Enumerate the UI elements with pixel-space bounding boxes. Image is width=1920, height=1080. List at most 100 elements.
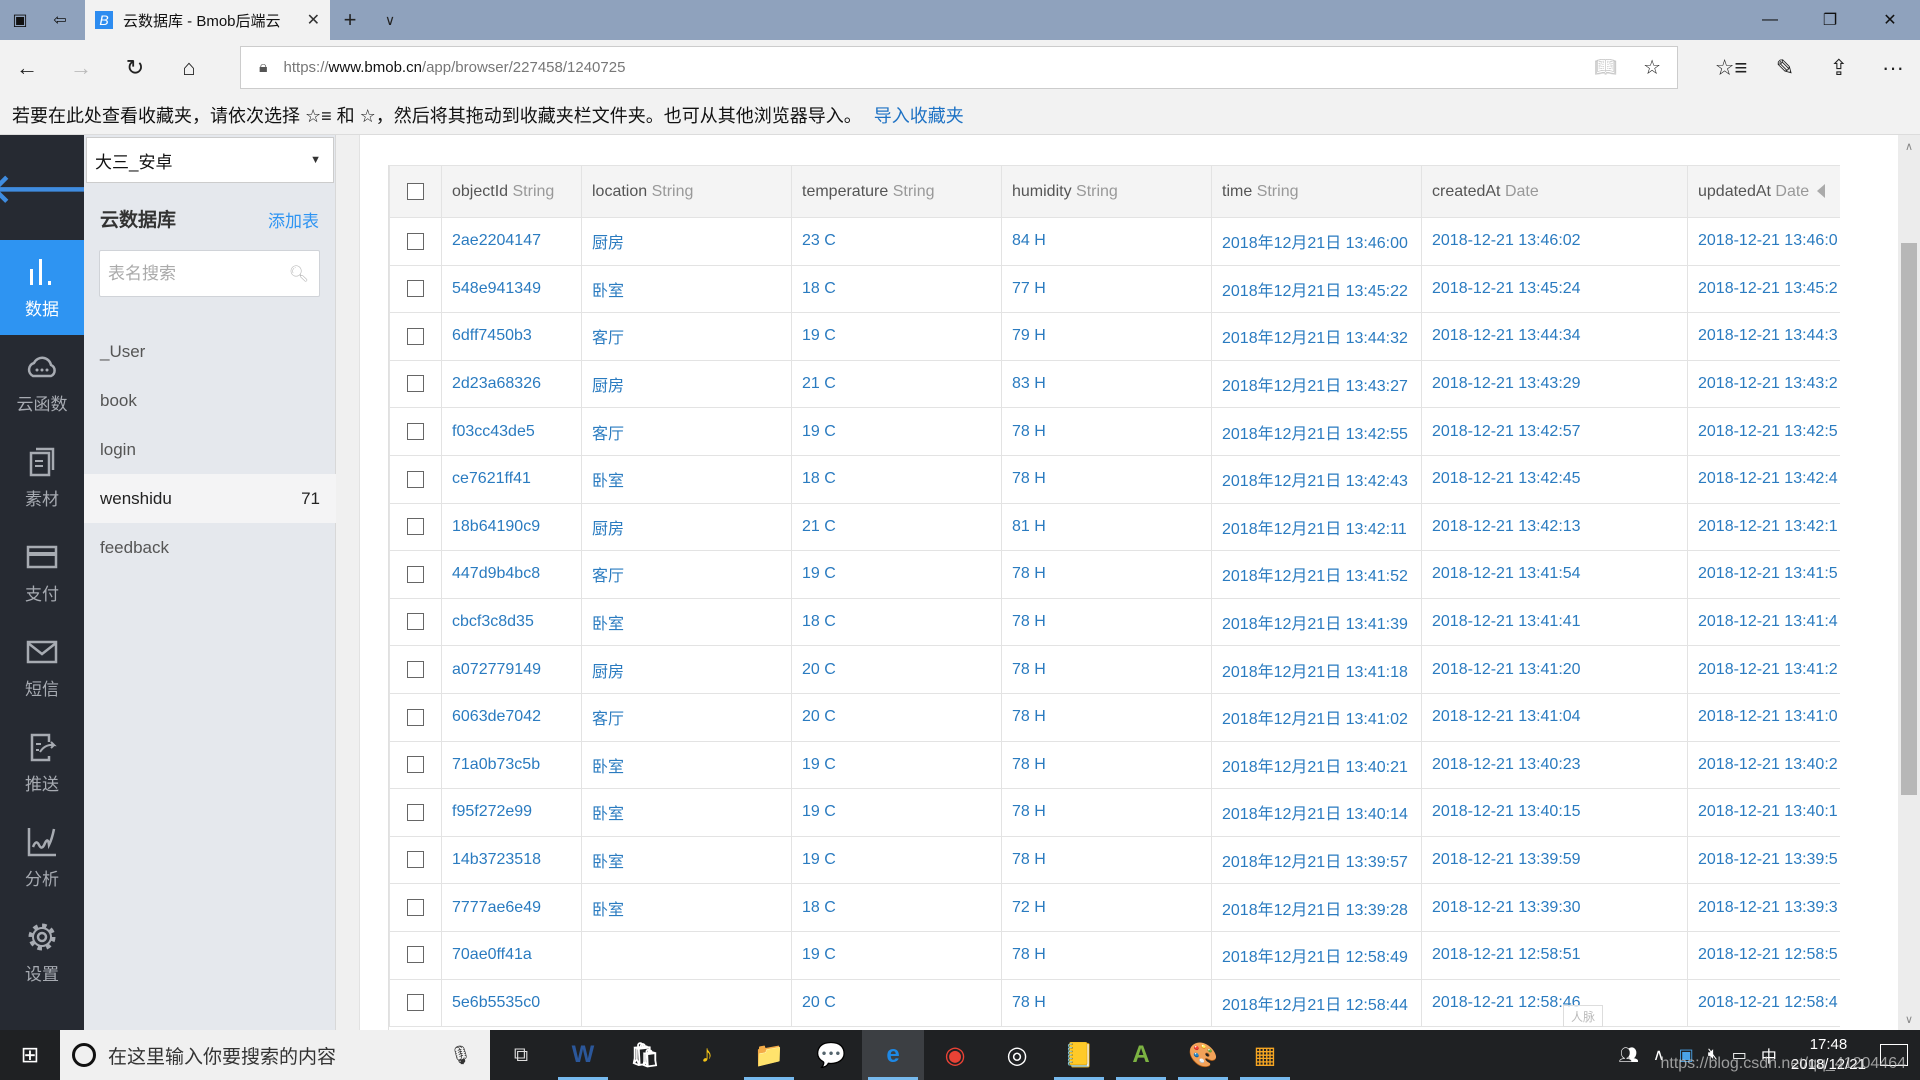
cell-humidity[interactable]: 78 H (1001, 550, 1212, 599)
cell-temperature[interactable]: 20 C (791, 978, 1002, 1028)
taskbar-app-chrome[interactable]: ◉ (924, 1030, 986, 1080)
taskbar-app-edge[interactable]: e (862, 1030, 924, 1080)
cell-time[interactable]: 2018年12月21日 13:40:14 (1211, 788, 1422, 837)
cell-humidity[interactable]: 78 H (1001, 597, 1212, 647)
cell-location[interactable]: 客厅 (581, 692, 792, 742)
cell-updatedat[interactable]: 2018-12-21 13:45:2 (1687, 264, 1840, 314)
cell-createdat[interactable]: 2018-12-21 13:43:29 (1421, 359, 1688, 409)
cell-time[interactable]: 2018年12月21日 12:58:49 (1211, 930, 1422, 980)
floating-contacts-tag[interactable]: 人脉 (1563, 1005, 1603, 1027)
table-row[interactable]: 5e6b5535c0 20 C 78 H 2018年12月21日 12:58:44 20… (389, 978, 1840, 1028)
back-arrow-icon[interactable]: 🡐 (0, 135, 96, 240)
table-row[interactable]: 70ae0ff41a 19 C 78 H 2018年12月21日 12:58:49 20… (389, 930, 1840, 980)
share-icon[interactable]: ⇪ (1812, 46, 1866, 90)
row-checkbox[interactable] (407, 803, 424, 821)
nav-item-cloud-function[interactable]: 云函数 (0, 335, 84, 430)
browser-tab[interactable]: B 云数据库 - Bmob后端云 ✕ (85, 0, 330, 40)
cell-objectid[interactable]: 6dff7450b3 (441, 312, 582, 361)
row-checkbox[interactable] (407, 518, 424, 536)
cell-humidity[interactable]: 78 H (1001, 978, 1212, 1028)
table-row[interactable]: f95f272e99 卧室 19 C 78 H 2018年12月21日 13:40:14… (389, 788, 1840, 837)
cell-updatedat[interactable]: 2018-12-21 13:41:5 (1687, 550, 1840, 599)
scroll-up-icon[interactable]: ∧ (1898, 135, 1920, 157)
taskbar-search-box[interactable]: 在这里输入你要搜索的内容 🎙︎ (60, 1030, 490, 1080)
cell-createdat[interactable]: 2018-12-21 13:41:04 (1421, 692, 1688, 742)
taskbar-app-media-player[interactable]: ◎ (986, 1030, 1048, 1080)
cell-location[interactable]: 卧室 (581, 835, 792, 885)
close-tab-icon[interactable]: ✕ (307, 10, 320, 30)
favorite-star-icon[interactable]: ☆ (1643, 55, 1661, 80)
cell-location[interactable]: 卧室 (581, 883, 792, 932)
cell-objectid[interactable]: cbcf3c8d35 (441, 597, 582, 647)
table-row[interactable]: 6063de7042 客厅 20 C 78 H 2018年12月21日 13:41:02… (389, 692, 1840, 742)
cell-time[interactable]: 2018年12月21日 13:41:39 (1211, 597, 1422, 647)
taskbar-app-qq-music[interactable]: ♪ (676, 1030, 738, 1080)
table-row[interactable]: 14b3723518 卧室 19 C 78 H 2018年12月21日 13:39:57… (389, 835, 1840, 885)
cell-createdat[interactable]: 2018-12-21 13:41:54 (1421, 550, 1688, 599)
new-tab-button[interactable]: + (330, 0, 370, 40)
row-checkbox[interactable] (407, 470, 424, 488)
cell-createdat[interactable]: 2018-12-21 13:45:24 (1421, 264, 1688, 314)
windows-start-icon[interactable]: ⊞ (0, 1030, 60, 1080)
cell-humidity[interactable]: 83 H (1001, 359, 1212, 409)
row-checkbox[interactable] (407, 232, 424, 250)
cell-updatedat[interactable]: 2018-12-21 13:42:1 (1687, 502, 1840, 552)
cortana-icon[interactable] (72, 1043, 96, 1067)
cell-time[interactable]: 2018年12月21日 13:41:52 (1211, 550, 1422, 599)
cell-location[interactable]: 厨房 (581, 502, 792, 552)
scrollbar-thumb[interactable] (1901, 243, 1917, 795)
column-header-temperature[interactable]: temperature String (791, 165, 1002, 218)
cell-location[interactable]: 客厅 (581, 550, 792, 599)
cell-temperature[interactable]: 21 C (791, 502, 1002, 552)
cell-updatedat[interactable]: 2018-12-21 13:42:5 (1687, 407, 1840, 456)
cell-temperature[interactable]: 19 C (791, 930, 1002, 980)
column-header-humidity[interactable]: humidity String (1001, 165, 1212, 218)
table-item-feedback[interactable]: feedback (84, 523, 336, 572)
cell-updatedat[interactable]: 2018-12-21 12:58:4 (1687, 978, 1840, 1028)
cell-createdat[interactable]: 2018-12-21 13:42:45 (1421, 454, 1688, 504)
table-item-book[interactable]: book (84, 376, 336, 425)
people-icon[interactable]: 👥︎ (1619, 1045, 1639, 1065)
column-header-location[interactable]: location String (581, 165, 792, 218)
cell-time[interactable]: 2018年12月21日 13:41:02 (1211, 692, 1422, 742)
cell-humidity[interactable]: 78 H (1001, 740, 1212, 790)
row-checkbox[interactable] (407, 422, 424, 440)
cell-humidity[interactable]: 78 H (1001, 645, 1212, 694)
table-row[interactable]: 6dff7450b3 客厅 19 C 79 H 2018年12月21日 13:44:32… (389, 312, 1840, 361)
row-checkbox[interactable] (407, 708, 424, 726)
forward-button[interactable]: → (54, 46, 108, 90)
cell-location[interactable] (581, 930, 792, 980)
row-checkbox[interactable] (407, 280, 424, 298)
row-checkbox[interactable] (407, 851, 424, 869)
address-bar[interactable]: 🔒︎ https://www.bmob.cn/app/browser/22745… (240, 46, 1678, 89)
cell-temperature[interactable]: 20 C (791, 692, 1002, 742)
cell-objectid[interactable]: 548e941349 (441, 264, 582, 314)
cell-objectid[interactable]: 2d23a68326 (441, 359, 582, 409)
cell-humidity[interactable]: 77 H (1001, 264, 1212, 314)
cell-location[interactable] (581, 978, 792, 1028)
cell-temperature[interactable]: 18 C (791, 454, 1002, 504)
tab-actions-icon[interactable]: ▣ (0, 0, 40, 40)
nav-item-analytics[interactable]: 分析 (0, 810, 84, 905)
nav-item-payment[interactable]: 支付 (0, 525, 84, 620)
cell-humidity[interactable]: 78 H (1001, 930, 1212, 980)
microphone-icon[interactable]: 🎙︎ (449, 1045, 472, 1066)
cell-objectid[interactable]: 18b64190c9 (441, 502, 582, 552)
cell-createdat[interactable]: 2018-12-21 13:41:20 (1421, 645, 1688, 694)
cell-updatedat[interactable]: 2018-12-21 13:44:3 (1687, 312, 1840, 361)
table-row[interactable]: f03cc43de5 客厅 19 C 78 H 2018年12月21日 13:42:55… (389, 407, 1840, 456)
cell-temperature[interactable]: 19 C (791, 312, 1002, 361)
table-search-field[interactable]: 🔍︎ (99, 250, 320, 297)
cell-updatedat[interactable]: 2018-12-21 13:40:2 (1687, 740, 1840, 790)
cell-location[interactable]: 卧室 (581, 264, 792, 314)
cell-temperature[interactable]: 19 C (791, 550, 1002, 599)
cell-temperature[interactable]: 18 C (791, 597, 1002, 647)
cell-temperature[interactable]: 21 C (791, 359, 1002, 409)
taskbar-app-store[interactable]: 🛍 (614, 1030, 676, 1080)
cell-time[interactable]: 2018年12月21日 13:42:43 (1211, 454, 1422, 504)
url-text[interactable]: https://www.bmob.cn/app/browser/227458/1… (284, 59, 626, 76)
row-checkbox[interactable] (407, 375, 424, 393)
cell-temperature[interactable]: 18 C (791, 883, 1002, 932)
column-header-objectid[interactable]: objectId String (441, 165, 582, 218)
cell-objectid[interactable]: f03cc43de5 (441, 407, 582, 456)
